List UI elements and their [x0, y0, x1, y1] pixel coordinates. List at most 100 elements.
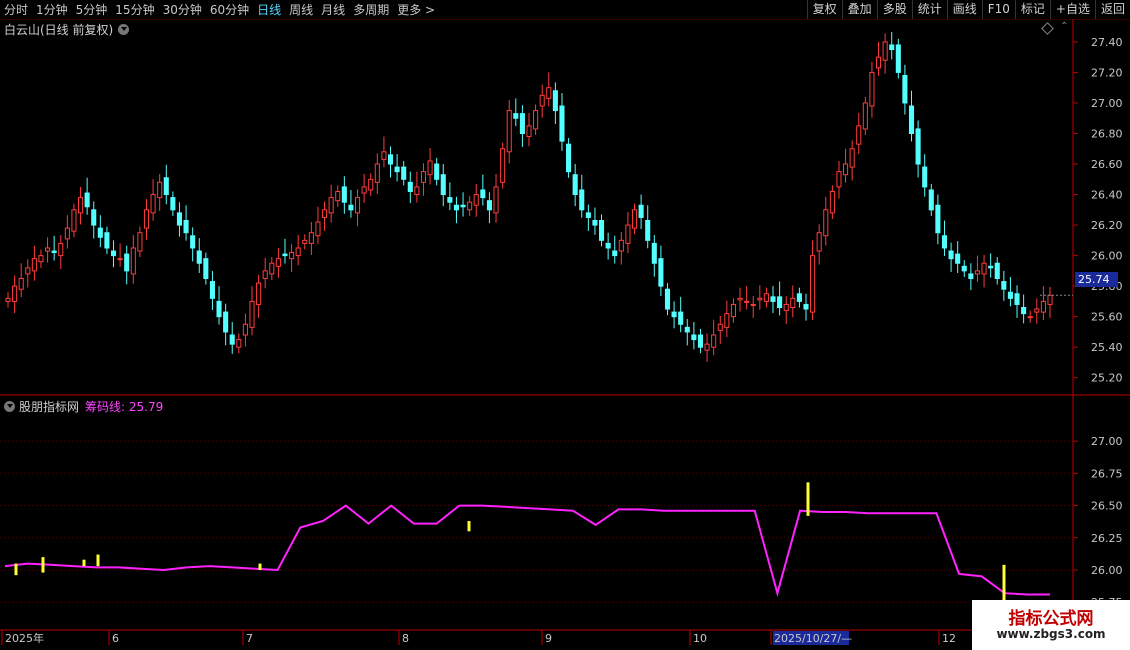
candle-body [889, 44, 895, 51]
candle-body [566, 143, 572, 173]
indicator-value: 筹码线: 25.79 [85, 400, 164, 414]
candle-body [941, 235, 948, 249]
current-price-tag: 25.74 [1075, 272, 1118, 287]
candle-body [51, 250, 57, 254]
candle-body [915, 128, 921, 165]
candle-body [157, 181, 163, 199]
y-tick-label: 26.60 [1091, 158, 1123, 171]
candle-body [744, 300, 750, 303]
candle-body [1047, 294, 1053, 305]
candle-body [104, 232, 110, 249]
y-tick-label: 27.00 [1091, 97, 1123, 110]
candle-body [724, 313, 730, 328]
candle-body [262, 270, 268, 280]
y-tick-label: 26.00 [1091, 250, 1123, 263]
y-tick-label: 26.50 [1091, 500, 1123, 513]
candle-body [394, 166, 400, 173]
candle-body [275, 258, 281, 267]
candle-body [552, 90, 558, 112]
candle-body [1014, 293, 1020, 305]
y-tick-label: 25.20 [1091, 372, 1123, 385]
candle-body [170, 197, 176, 211]
chevron-down-icon[interactable] [4, 401, 15, 412]
candle-body [816, 232, 822, 252]
candle-body [256, 282, 262, 305]
candle-body [849, 148, 855, 168]
candle-body [18, 278, 24, 290]
candle-body [994, 262, 1000, 280]
y-tick-label: 26.20 [1091, 219, 1123, 232]
candle-body [414, 186, 420, 196]
candle-body [704, 343, 710, 351]
candle-body [434, 163, 440, 180]
chart-canvas[interactable]: 27.40 27.20 27.00 26.80 26.60 26.40 26.20 26.00… [0, 0, 1130, 650]
candle-body [282, 253, 288, 257]
candle-body [691, 334, 697, 341]
candle-body [895, 44, 901, 73]
candle-body [480, 189, 486, 199]
candle-body [737, 297, 743, 301]
y-tick-label: 26.25 [1091, 532, 1123, 545]
candle-body [467, 201, 473, 211]
candle-body [928, 189, 934, 211]
candle-body [533, 110, 539, 130]
candle-body [130, 247, 136, 275]
candle-body [961, 265, 967, 272]
candle-body [1001, 281, 1007, 290]
candle-body [381, 151, 387, 160]
candle-body [407, 181, 413, 192]
x-tick-label: 9 [545, 632, 552, 645]
candle-body [209, 281, 215, 299]
candle-body [269, 262, 275, 275]
candle-body [585, 212, 591, 218]
candle-body [717, 323, 723, 331]
candle-body [308, 232, 314, 244]
candle-body [777, 296, 783, 309]
candle-body [1034, 308, 1040, 313]
candle-body [658, 258, 664, 287]
candle-body [823, 209, 829, 237]
candle-body [190, 235, 196, 249]
candle-body [71, 209, 77, 232]
candle-body [427, 160, 433, 176]
candle-body [97, 227, 103, 238]
candle-body [196, 250, 202, 264]
candle-body [84, 192, 90, 208]
candle-body [770, 296, 776, 302]
candle-body [12, 285, 18, 302]
candle-body [124, 253, 130, 272]
y-tick-label: 25.60 [1091, 311, 1123, 324]
candle-body [664, 288, 671, 310]
indicator-title[interactable]: 股朋指标网 筹码线: 25.79 [4, 398, 163, 415]
candle-body [796, 293, 802, 302]
candle-body [203, 258, 209, 280]
y-tick-label: 25.40 [1091, 341, 1123, 354]
candle-body [651, 242, 657, 264]
candle-body [341, 186, 347, 203]
candle-body [453, 204, 460, 211]
candle-body [1021, 307, 1027, 315]
x-tick-label: 8 [402, 632, 409, 645]
candle-body [1007, 291, 1013, 299]
candle-body [638, 204, 644, 218]
candle-body [58, 242, 64, 257]
x-tick-label: 10 [693, 632, 707, 645]
candle-body [289, 252, 295, 260]
candle-body [757, 297, 763, 301]
candle-body [295, 247, 301, 257]
candle-body [110, 250, 117, 257]
candle-body [836, 171, 842, 188]
indicator-source: 股朋指标网 [19, 400, 80, 414]
candle-body [869, 71, 875, 107]
candle-body [328, 197, 334, 214]
candle-body [117, 258, 123, 261]
candle-body [856, 125, 862, 145]
candle-body [440, 174, 446, 196]
watermark-title: 指标公式网 [1008, 609, 1094, 629]
candle-body [242, 323, 248, 336]
candle-body [790, 297, 796, 309]
candle-body [163, 177, 169, 196]
candle-body [223, 311, 229, 333]
candle-body [882, 41, 888, 61]
candle-body [955, 253, 961, 264]
